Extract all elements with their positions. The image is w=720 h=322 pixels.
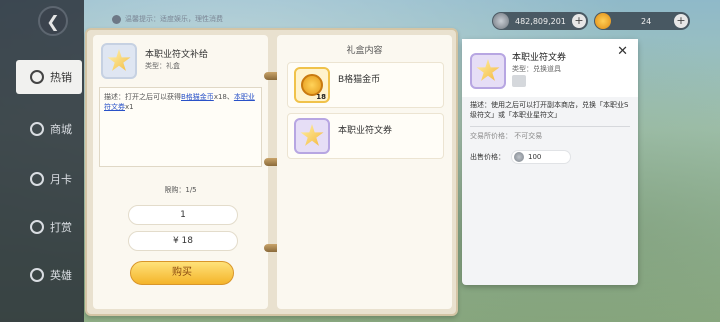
gift-item-gold[interactable]: 18 B格猫金币 [287, 62, 444, 108]
detail-rune-ticket-icon [470, 53, 506, 89]
star-icon [476, 59, 500, 81]
star-icon [300, 124, 324, 146]
sidebar: ❮ 热销 商城 月卡 打赏 英雄 [0, 0, 84, 322]
hint-text: 温馨提示：适度娱乐，理性消费 [125, 15, 223, 23]
close-icon[interactable]: ✕ [617, 44, 628, 59]
add-silver-button[interactable]: + [572, 14, 586, 28]
desc-text: 描述：打开之后可以获得 [104, 93, 181, 101]
product-title: 本职业符文补给 [145, 50, 209, 60]
sell-price-row: 出售价格： 100 [470, 150, 571, 164]
sidebar-item-shop[interactable]: 商城 [16, 112, 82, 146]
silver-coin-icon [493, 13, 509, 29]
item-detail-panel: 本职业符文券 类型：兑换道具 ✕ 描述：使用之后可以打开副本商店，兑换「本职业S… [462, 39, 638, 285]
detail-header: 本职业符文券 类型：兑换道具 ✕ [462, 39, 638, 97]
gift-icon [30, 220, 44, 234]
cat-coin-icon [595, 13, 611, 29]
sell-price-label: 出售价格： [470, 153, 505, 161]
rune-ticket-icon [294, 118, 330, 154]
gift-item-label: 本职业符文券 [338, 125, 393, 136]
purchase-limit: 限购：1/5 [164, 186, 197, 194]
sell-price-value: 100 [528, 153, 542, 161]
detail-badge-icon [512, 75, 526, 87]
sidebar-item-label: 热销 [50, 71, 72, 84]
gift-item-rune[interactable]: 本职业符文券 [287, 113, 444, 159]
shop-icon [30, 122, 44, 136]
sidebar-item-hot[interactable]: 热销 [16, 60, 82, 94]
currency-cat: 24 + [594, 12, 690, 30]
shop-book: 本职业符文补给 类型：礼盒 描述：打开之后可以获得B格猫金币x18、本职业符文券… [85, 28, 458, 316]
divider [470, 126, 630, 127]
crown-icon [30, 172, 44, 186]
silver-coin-icon [514, 152, 524, 162]
detail-type: 类型：兑换道具 [512, 65, 561, 73]
price-field: ¥ 18 [128, 231, 238, 251]
product-description: 描述：打开之后可以获得B格猫金币x18、本职业符文券x1 [99, 87, 262, 167]
product-page: 本职业符文补给 类型：礼盒 描述：打开之后可以获得B格猫金币x18、本职业符文券… [93, 35, 268, 309]
sidebar-item-monthly[interactable]: 月卡 [16, 162, 82, 196]
product-type: 类型：礼盒 [145, 62, 180, 70]
currency-silver: 482,809,201 + [492, 12, 588, 30]
info-icon [112, 14, 121, 24]
sidebar-item-label: 英雄 [50, 269, 72, 282]
detail-title: 本职业符文券 [512, 53, 567, 63]
product-item-icon [101, 43, 137, 79]
cat-gold-coin-icon: 18 [294, 67, 330, 103]
top-hint: 温馨提示：适度娱乐，理性消费 [112, 14, 223, 24]
quantity-field[interactable]: 1 [128, 205, 238, 225]
currency-cat-value: 24 [641, 16, 652, 26]
buy-button[interactable]: 购买 [130, 261, 234, 285]
back-button[interactable]: ❮ [38, 6, 68, 36]
sidebar-item-label: 打赏 [50, 221, 72, 234]
hero-icon [30, 268, 44, 282]
sidebar-item-hero[interactable]: 英雄 [16, 258, 82, 292]
trade-price: 交易所价格： 不可交易 [470, 132, 543, 140]
add-cat-coin-button[interactable]: + [674, 14, 688, 28]
gift-contents-page: 礼盒内容 18 B格猫金币 本职业符文券 [277, 35, 452, 309]
gift-contents-title: 礼盒内容 [346, 46, 383, 56]
chart-icon [30, 70, 44, 84]
gift-item-label: B格猫金币 [338, 74, 381, 85]
sell-price-box: 100 [511, 150, 571, 164]
sidebar-item-label: 月卡 [50, 173, 72, 186]
currency-silver-value: 482,809,201 [515, 16, 566, 26]
desc-text: x1 [125, 103, 134, 111]
back-arrow-icon: ❮ [46, 11, 60, 31]
gift-item-count: 18 [316, 93, 326, 101]
sidebar-item-label: 商城 [50, 123, 72, 136]
desc-text: x18、 [213, 93, 234, 101]
detail-description: 描述：使用之后可以打开副本商店，兑换「本职业S级符文」或「本职业星符文」 [470, 101, 629, 119]
desc-link-gold[interactable]: B格猫金币 [181, 93, 214, 101]
star-box-icon [107, 49, 131, 71]
sidebar-item-tip[interactable]: 打赏 [16, 210, 82, 244]
